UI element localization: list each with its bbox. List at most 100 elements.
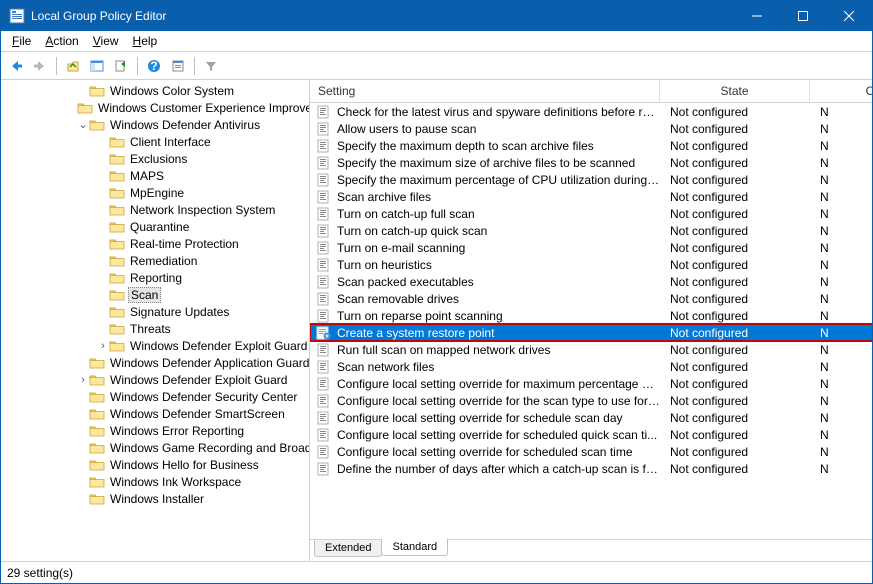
setting-row[interactable]: Allow users to pause scanNot configuredN <box>310 120 872 137</box>
tab-standard[interactable]: Standard <box>381 539 448 556</box>
tree-item[interactable]: Reporting <box>1 269 310 286</box>
setting-row[interactable]: Turn on reparse point scanningNot config… <box>310 307 872 324</box>
tree-item-label: Scan <box>128 287 161 303</box>
show-pane-button[interactable] <box>86 55 108 77</box>
tree-item[interactable]: Network Inspection System <box>1 201 310 218</box>
folder-icon <box>89 356 105 370</box>
setting-name: Configure local setting override for the… <box>335 394 660 408</box>
menu-help[interactable]: Help <box>126 32 165 50</box>
setting-state: Not configured <box>660 122 810 136</box>
setting-row[interactable]: Scan archive filesNot configuredN <box>310 188 872 205</box>
tab-extended[interactable]: Extended <box>314 540 382 557</box>
setting-row[interactable]: Configure local setting override for the… <box>310 392 872 409</box>
setting-row[interactable]: Specify the maximum percentage of CPU ut… <box>310 171 872 188</box>
tree-item[interactable]: ⌄Windows Defender Antivirus <box>1 116 310 133</box>
tree-pane[interactable]: Windows Color SystemWindows Customer Exp… <box>1 80 310 561</box>
tree-item[interactable]: Windows Defender SmartScreen <box>1 405 310 422</box>
setting-row[interactable]: Turn on e-mail scanningNot configuredN <box>310 239 872 256</box>
setting-row[interactable]: Specify the maximum size of archive file… <box>310 154 872 171</box>
tree-item-label: Windows Hello for Business <box>108 458 261 472</box>
setting-comment: N <box>810 122 872 136</box>
setting-row[interactable]: Configure local setting override for sch… <box>310 426 872 443</box>
toolbar-separator <box>137 57 138 75</box>
tree-item[interactable]: ›Windows Defender Exploit Guard <box>1 371 310 388</box>
setting-comment: N <box>810 156 872 170</box>
policy-setting-icon <box>316 291 332 307</box>
tree-item[interactable]: Windows Error Reporting <box>1 422 310 439</box>
setting-row[interactable]: Turn on heuristicsNot configuredN <box>310 256 872 273</box>
settings-list[interactable]: Setting State Com Check for the latest v… <box>310 80 872 539</box>
setting-name: Configure local setting override for sch… <box>335 445 660 459</box>
tree-item[interactable]: Threats <box>1 320 310 337</box>
folder-icon <box>109 220 125 234</box>
column-state[interactable]: State <box>660 80 810 102</box>
tree-item[interactable]: MpEngine <box>1 184 310 201</box>
setting-row[interactable]: Define the number of days after which a … <box>310 460 872 477</box>
policy-setting-icon <box>316 121 332 137</box>
setting-row[interactable]: Scan network filesNot configuredN <box>310 358 872 375</box>
setting-row[interactable]: Create a system restore pointNot configu… <box>310 324 872 341</box>
tree-item[interactable]: Remediation <box>1 252 310 269</box>
tree-item[interactable]: ›Windows Defender Exploit Guard <box>1 337 310 354</box>
policy-setting-icon <box>316 155 332 171</box>
setting-state: Not configured <box>660 241 810 255</box>
help-button[interactable]: ? <box>143 55 165 77</box>
tree-item[interactable]: Windows Customer Experience Improvement … <box>1 99 310 116</box>
expand-icon[interactable]: › <box>97 340 109 352</box>
setting-row[interactable]: Configure local setting override for max… <box>310 375 872 392</box>
app-icon <box>9 8 25 24</box>
setting-row[interactable]: Configure local setting override for sch… <box>310 409 872 426</box>
folder-icon <box>109 203 125 217</box>
tree-item[interactable]: Windows Hello for Business <box>1 456 310 473</box>
setting-row[interactable]: Turn on catch-up quick scanNot configure… <box>310 222 872 239</box>
setting-row[interactable]: Check for the latest virus and spyware d… <box>310 103 872 120</box>
tree-item[interactable]: Windows Game Recording and Broadcasting <box>1 439 310 456</box>
setting-comment: N <box>810 411 872 425</box>
back-button[interactable] <box>5 55 27 77</box>
menu-file[interactable]: File <box>5 32 38 50</box>
properties-button[interactable] <box>167 55 189 77</box>
setting-row[interactable]: Turn on catch-up full scanNot configured… <box>310 205 872 222</box>
tree-item[interactable]: Exclusions <box>1 150 310 167</box>
setting-comment: N <box>810 207 872 221</box>
setting-name: Specify the maximum depth to scan archiv… <box>335 139 660 153</box>
maximize-button[interactable] <box>780 1 826 31</box>
setting-comment: N <box>810 343 872 357</box>
setting-row[interactable]: Configure local setting override for sch… <box>310 443 872 460</box>
tree-item[interactable]: Real-time Protection <box>1 235 310 252</box>
policy-setting-icon <box>316 257 332 273</box>
tree-item[interactable]: Client Interface <box>1 133 310 150</box>
up-button[interactable] <box>62 55 84 77</box>
tree-item-label: Windows Installer <box>108 492 206 506</box>
tree-item-label: Quarantine <box>128 220 191 234</box>
tree-item[interactable]: Windows Defender Application Guard <box>1 354 310 371</box>
expand-icon[interactable]: › <box>77 374 89 386</box>
collapse-icon[interactable]: ⌄ <box>77 118 89 131</box>
tree-item[interactable]: Windows Installer <box>1 490 310 507</box>
folder-icon <box>109 271 125 285</box>
export-button[interactable] <box>110 55 132 77</box>
setting-row[interactable]: Scan packed executablesNot configuredN <box>310 273 872 290</box>
tree-item[interactable]: Quarantine <box>1 218 310 235</box>
column-setting[interactable]: Setting <box>310 80 660 102</box>
tree-item[interactable]: Windows Color System <box>1 82 310 99</box>
setting-state: Not configured <box>660 156 810 170</box>
menu-action[interactable]: Action <box>38 32 85 50</box>
setting-name: Turn on heuristics <box>335 258 660 272</box>
setting-row[interactable]: Specify the maximum depth to scan archiv… <box>310 137 872 154</box>
setting-row[interactable]: Scan removable drivesNot configuredN <box>310 290 872 307</box>
setting-name: Scan removable drives <box>335 292 660 306</box>
tree-item[interactable]: MAPS <box>1 167 310 184</box>
filter-button[interactable] <box>200 55 222 77</box>
setting-name: Turn on catch-up quick scan <box>335 224 660 238</box>
setting-row[interactable]: Run full scan on mapped network drivesNo… <box>310 341 872 358</box>
menu-view[interactable]: View <box>86 32 126 50</box>
column-comment[interactable]: Com <box>810 80 872 102</box>
forward-button[interactable] <box>29 55 51 77</box>
tree-item[interactable]: Scan <box>1 286 310 303</box>
tree-item[interactable]: Signature Updates <box>1 303 310 320</box>
tree-item[interactable]: Windows Defender Security Center <box>1 388 310 405</box>
minimize-button[interactable] <box>734 1 780 31</box>
close-button[interactable] <box>826 1 872 31</box>
tree-item[interactable]: Windows Ink Workspace <box>1 473 310 490</box>
